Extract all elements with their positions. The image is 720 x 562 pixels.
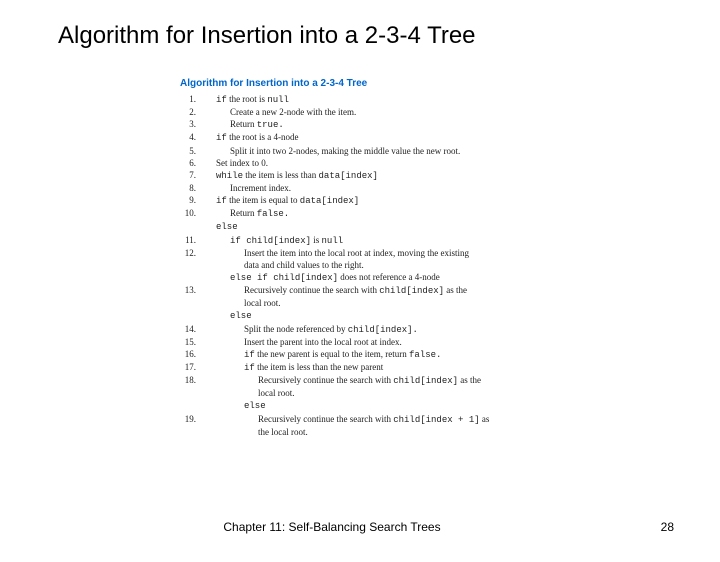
algorithm-line: else if child[index] does not reference … [180,271,720,284]
algorithm-line: 7.while the item is less than data[index… [180,169,720,182]
footer-page-number: 28 [661,520,674,534]
algorithm-line: the local root. [180,426,720,438]
algorithm-line: local root. [180,387,720,399]
algorithm-line: data and child values to the right. [180,259,720,271]
slide-footer: Chapter 11: Self-Balancing Search Trees … [0,520,720,534]
slide-title: Algorithm for Insertion into a 2-3-4 Tre… [58,22,720,50]
algorithm-heading: Algorithm for Insertion into a 2-3-4 Tre… [180,78,720,89]
algorithm-line: 6.Set index to 0. [180,157,720,169]
algorithm-line: 14.Split the node referenced by child[in… [180,323,720,336]
algorithm-line: 3.Return true. [180,118,720,131]
algorithm-line: else [180,220,720,233]
algorithm-line: 16.if the new parent is equal to the ite… [180,348,720,361]
algorithm-line: 10.Return false. [180,207,720,220]
algorithm-line: 1.if the root is null [180,93,720,106]
algorithm-line: 12.Insert the item into the local root a… [180,247,720,259]
algorithm-line: 18.Recursively continue the search with … [180,374,720,387]
algorithm-line: 2.Create a new 2-node with the item. [180,106,720,118]
algorithm-line: 11.if child[index] is null [180,234,720,247]
algorithm-line: 15.Insert the parent into the local root… [180,336,720,348]
algorithm-line: 17.if the item is less than the new pare… [180,361,720,374]
algorithm-line: 8.Increment index. [180,182,720,194]
algorithm-line: 9.if the item is equal to data[index] [180,194,720,207]
algorithm-line: else [180,399,720,412]
algorithm-line: 13.Recursively continue the search with … [180,284,720,297]
algorithm-line: 4.if the root is a 4-node [180,131,720,144]
algorithm-line: 19.Recursively continue the search with … [180,413,720,426]
algorithm-line: local root. [180,297,720,309]
algorithm-line: 5.Split it into two 2-nodes, making the … [180,145,720,157]
algorithm-body: 1.if the root is null2.Create a new 2-no… [180,93,720,438]
algorithm-line: else [180,309,720,322]
footer-chapter: Chapter 11: Self-Balancing Search Trees [223,520,440,534]
